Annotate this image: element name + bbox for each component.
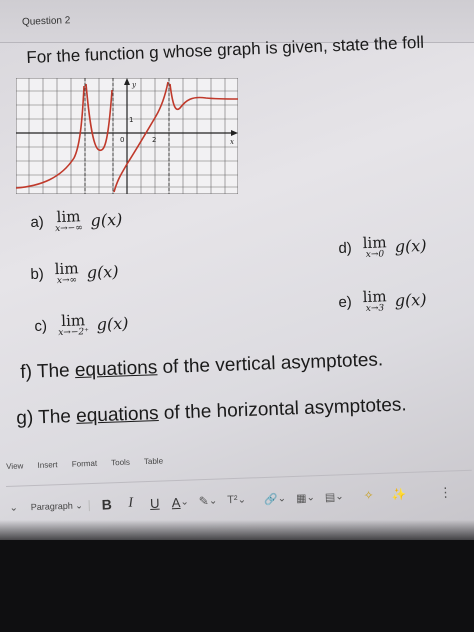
paragraph-select-label: Paragraph — [30, 500, 73, 512]
document-icon: ▤ — [324, 491, 336, 504]
accessibility-button[interactable]: ✨ — [391, 487, 406, 502]
item-b-limit: lim x→∞ — [54, 259, 79, 287]
bold-button[interactable]: B — [100, 496, 115, 512]
font-color-button[interactable]: A ⌄ — [171, 494, 189, 510]
plugin-button[interactable]: ✧ — [361, 488, 375, 502]
highlight-button[interactable]: ✎ ⌄ — [198, 493, 218, 509]
question-label: Question 2 — [21, 15, 71, 28]
item-d-limit: lim x→0 — [362, 233, 387, 261]
function-graph: y x 1 0 2 — [16, 78, 238, 194]
question-f-pre: The — [36, 360, 76, 383]
paragraph-select[interactable]: Paragraph ⌄ — [30, 499, 90, 513]
item-e: e) lim x→3 g(x) — [338, 287, 427, 315]
item-e-label: e) — [338, 293, 353, 311]
menu-insert[interactable]: Insert — [37, 460, 57, 470]
item-c-fn: g(x) — [96, 313, 129, 334]
item-a: a) lim x→−∞ g(x) — [30, 207, 123, 235]
question-f-label: f) — [20, 361, 33, 383]
item-e-limit: lim x→3 — [362, 287, 387, 315]
item-a-label: a) — [30, 213, 45, 231]
item-b-fn: g(x) — [86, 261, 119, 283]
item-b-sub: x→∞ — [56, 275, 78, 287]
accessibility-icon: ✨ — [391, 487, 407, 502]
screen-photo: Question 2 For the function g whose grap… — [0, 0, 474, 632]
question-f-post: of the vertical asymptotes. — [156, 349, 384, 379]
tick-label-0: 0 — [120, 136, 124, 144]
item-c-sub: x→−2⁺ — [58, 327, 90, 339]
italic-button[interactable]: I — [123, 495, 138, 511]
item-b: b) lim x→∞ g(x) — [30, 259, 119, 287]
item-a-fn: g(x) — [90, 209, 123, 230]
menu-view[interactable]: View — [6, 461, 24, 471]
tick-label-1: 1 — [129, 116, 133, 124]
item-d-sub: x→0 — [365, 249, 385, 261]
menu-format[interactable]: Format — [72, 459, 98, 469]
item-e-sub: x→3 — [365, 303, 385, 315]
plugin-icon: ✧ — [363, 488, 374, 503]
chevron-left-icon[interactable]: ⌄ — [7, 502, 21, 513]
underline-button[interactable]: U — [147, 495, 162, 510]
font-color-icon: A — [171, 494, 181, 510]
item-a-limit: lim x→−∞ — [54, 207, 83, 235]
menu-table[interactable]: Table — [144, 457, 163, 467]
image-icon: ▦ — [295, 492, 307, 505]
question-g-equations: equations — [75, 403, 159, 427]
question-g-pre: The — [37, 405, 77, 429]
superscript-icon: T² — [227, 493, 238, 507]
highlighter-icon: ✎ — [198, 493, 210, 509]
more-options-icon[interactable]: ⋮ — [438, 484, 453, 500]
x-axis-label: x — [230, 138, 234, 146]
question-g-post: of the horizontal asymptotes. — [158, 394, 407, 425]
menu-tools[interactable]: Tools — [111, 458, 130, 468]
screen-bezel — [0, 540, 474, 632]
item-c-label: c) — [34, 317, 48, 335]
image-button[interactable]: ▦ ⌄ — [296, 491, 315, 505]
question-g: g) The equations of the horizontal asymp… — [16, 394, 407, 430]
item-c: c) lim x→−2⁺ g(x) — [34, 311, 129, 339]
item-d-fn: g(x) — [394, 235, 427, 257]
editor-toolbar: ⌄ Paragraph ⌄ B I U A ⌄ ✎ ⌄ T² ⌄ 🔗 ⌄ ▦ ⌄ ▤ ⌄ ✧… — [6, 469, 474, 525]
item-b-label: b) — [30, 265, 45, 283]
item-e-fn: g(x) — [394, 289, 427, 311]
question-f-equations: equations — [74, 357, 158, 382]
item-c-limit: lim x→−2⁺ — [58, 311, 90, 339]
link-icon: 🔗 — [263, 493, 278, 506]
question-f: f) The equations of the vertical asympto… — [20, 349, 384, 384]
document-button[interactable]: ▤ ⌄ — [325, 490, 344, 504]
editor-menubar: View Insert Format Tools Table — [6, 446, 466, 471]
superscript-button[interactable]: T² ⌄ — [227, 493, 246, 507]
question-g-label: g) — [16, 407, 34, 429]
item-a-sub: x→−∞ — [54, 223, 83, 235]
item-d-label: d) — [338, 239, 353, 257]
item-d: d) lim x→0 g(x) — [338, 233, 427, 261]
tick-label-2: 2 — [152, 136, 156, 144]
link-button[interactable]: 🔗 ⌄ — [264, 492, 287, 506]
